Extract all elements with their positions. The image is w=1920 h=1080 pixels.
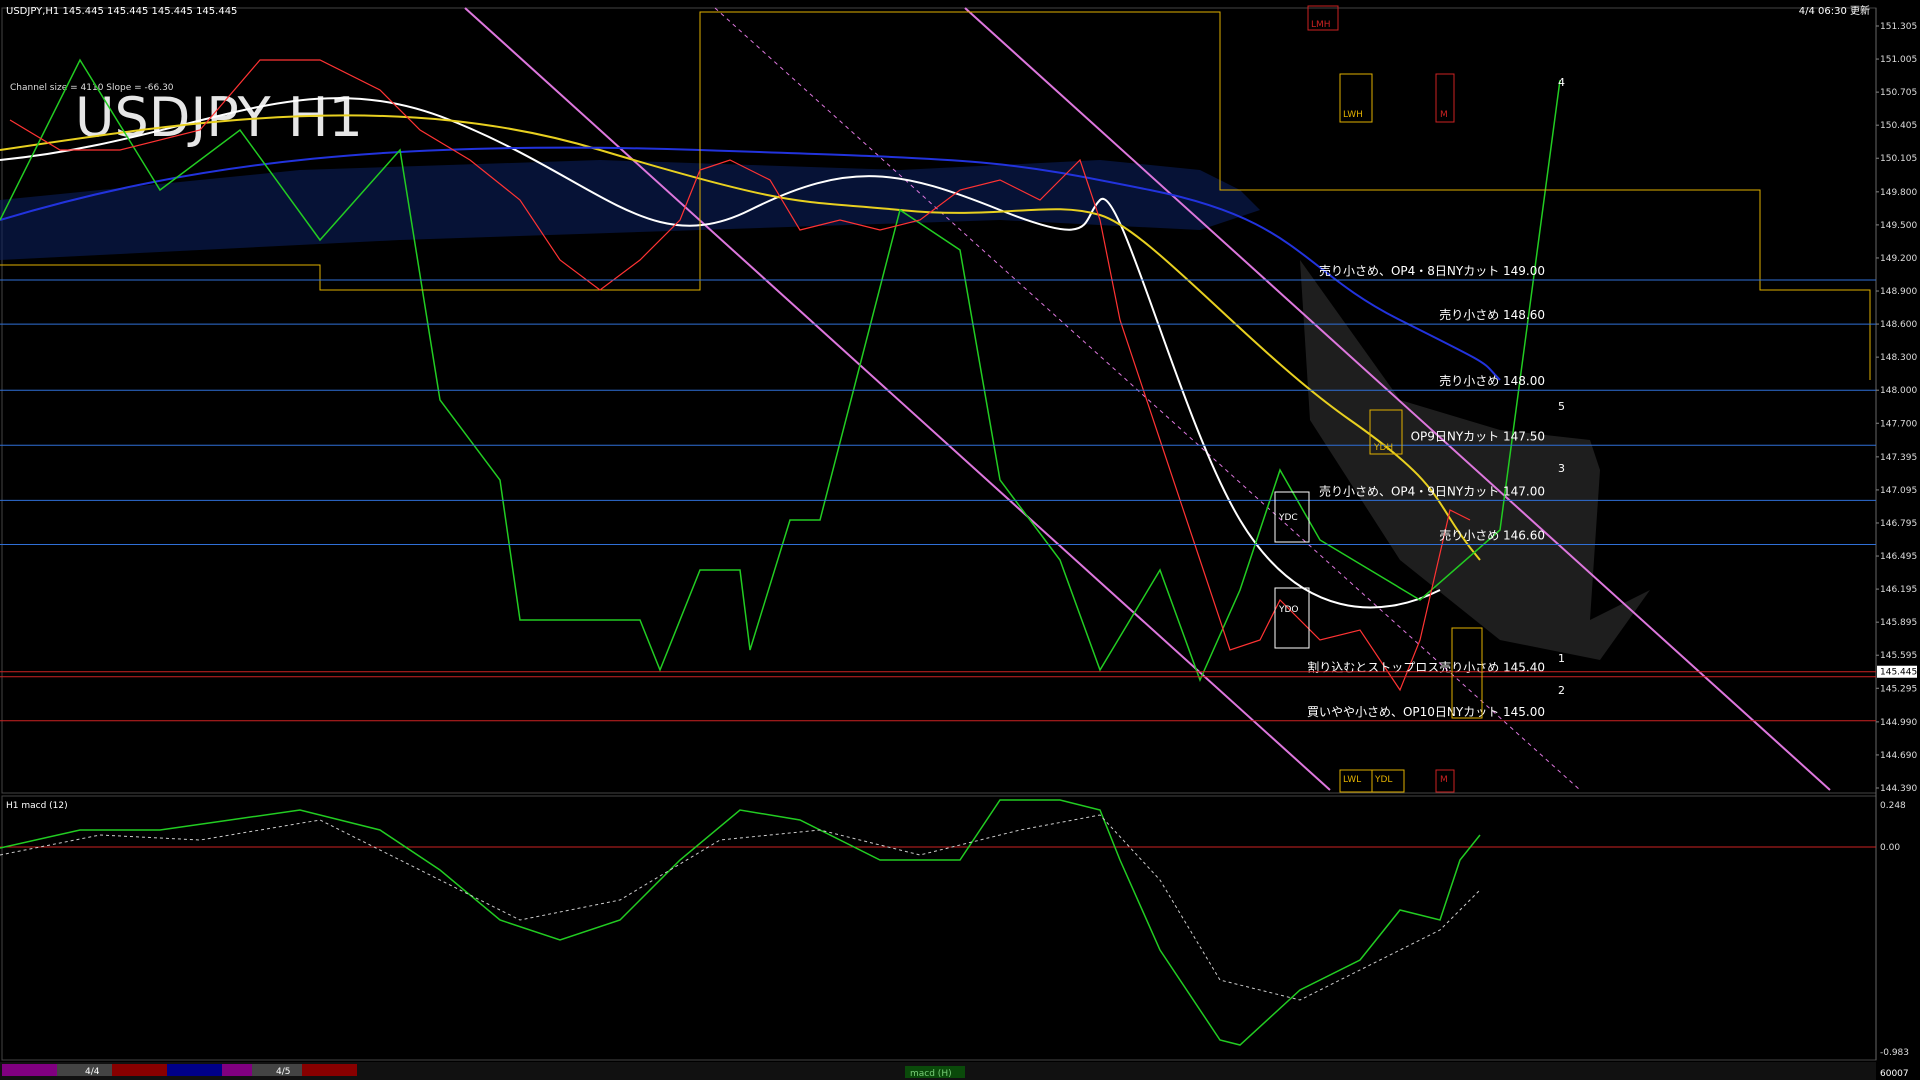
y-tick-label: 147.395 — [1880, 453, 1917, 463]
y-tick-label: 148.300 — [1880, 353, 1917, 363]
level-label: 買いやや小さめ、OP10日NYカット 145.00 — [1307, 705, 1545, 719]
corner-label: 60007 — [1880, 1069, 1909, 1079]
y-tick-label: 151.305 — [1880, 22, 1917, 32]
level-label: 割り込むとストップロス売り小さめ 145.40 — [1307, 660, 1545, 675]
marker-ydh: YDH — [1373, 443, 1393, 453]
level-label: 売り小さめ 148.60 — [1439, 307, 1545, 322]
y-tick-label: 146.795 — [1880, 519, 1917, 529]
y-tick-label: 150.705 — [1880, 88, 1917, 98]
update-timestamp: 4/4 06:30 更新 — [1799, 4, 1870, 17]
projection-5: 5 — [1558, 400, 1565, 413]
y-tick-label: 144.990 — [1880, 718, 1917, 728]
marker-ydo: YDO — [1278, 605, 1299, 615]
macd-tab-label: macd (H) — [910, 1069, 952, 1079]
projection-3: 3 — [1558, 462, 1565, 475]
y-tick-label: 149.800 — [1880, 188, 1917, 198]
y-tick-label: 149.200 — [1880, 254, 1917, 264]
y-tick-label: 146.195 — [1880, 585, 1917, 595]
symbol-info: USDJPY,H1 145.445 145.445 145.445 145.44… — [6, 6, 237, 17]
macd-tick-label: 0.00 — [1880, 843, 1900, 853]
y-tick-label: 150.105 — [1880, 154, 1917, 164]
marker-lmh: LMH — [1311, 20, 1331, 30]
level-label: 売り小さめ 146.60 — [1439, 527, 1545, 542]
y-tick-label: 146.495 — [1880, 552, 1917, 562]
macd-tick-label: -0.983 — [1880, 1048, 1909, 1058]
current-price-label: 145.445 — [1880, 668, 1917, 678]
marker-ydl: YDL — [1374, 775, 1392, 785]
marker-ydc: YDC — [1278, 513, 1298, 523]
date-label-2: 4/5 — [276, 1067, 290, 1077]
level-label: 売り小さめ 148.00 — [1439, 373, 1545, 388]
level-label: 売り小さめ、OP4・9日NYカット 147.00 — [1319, 483, 1545, 498]
projection-2: 2 — [1558, 684, 1565, 697]
y-tick-label: 145.295 — [1880, 684, 1917, 694]
chart-canvas[interactable]: USDJPY,H1 145.445 145.445 145.445 145.44… — [0, 0, 1920, 1080]
y-tick-label: 148.900 — [1880, 287, 1917, 297]
macd-title: H1 macd (12) — [6, 801, 68, 811]
macd-tick-label: 0.248 — [1880, 801, 1906, 811]
y-tick-label: 148.000 — [1880, 386, 1917, 396]
date-label-1: 4/4 — [85, 1067, 100, 1077]
marker-lwh: LWH — [1343, 110, 1363, 120]
marker-m-top: M — [1440, 110, 1448, 120]
projection-4: 4 — [1558, 76, 1565, 89]
y-tick-label: 151.005 — [1880, 55, 1917, 65]
y-tick-label: 144.690 — [1880, 751, 1917, 761]
level-label: 売り小さめ、OP4・8日NYカット 149.00 — [1319, 263, 1545, 278]
footer-bar: 4/4 4/5 macd (H) 60007 — [0, 1062, 1909, 1080]
y-tick-label: 144.390 — [1880, 784, 1917, 794]
marker-m-bottom: M — [1440, 775, 1448, 785]
y-tick-label: 145.595 — [1880, 651, 1917, 661]
level-label: OP9日NYカット 147.50 — [1411, 429, 1545, 443]
y-tick-label: 147.700 — [1880, 419, 1917, 429]
projection-1: 1 — [1558, 652, 1565, 665]
y-tick-label: 147.095 — [1880, 486, 1917, 496]
y-tick-label: 148.600 — [1880, 320, 1917, 330]
y-tick-label: 149.500 — [1880, 221, 1917, 231]
y-tick-label: 145.895 — [1880, 618, 1917, 628]
marker-lwl: LWL — [1343, 775, 1361, 785]
y-tick-label: 150.405 — [1880, 121, 1917, 131]
